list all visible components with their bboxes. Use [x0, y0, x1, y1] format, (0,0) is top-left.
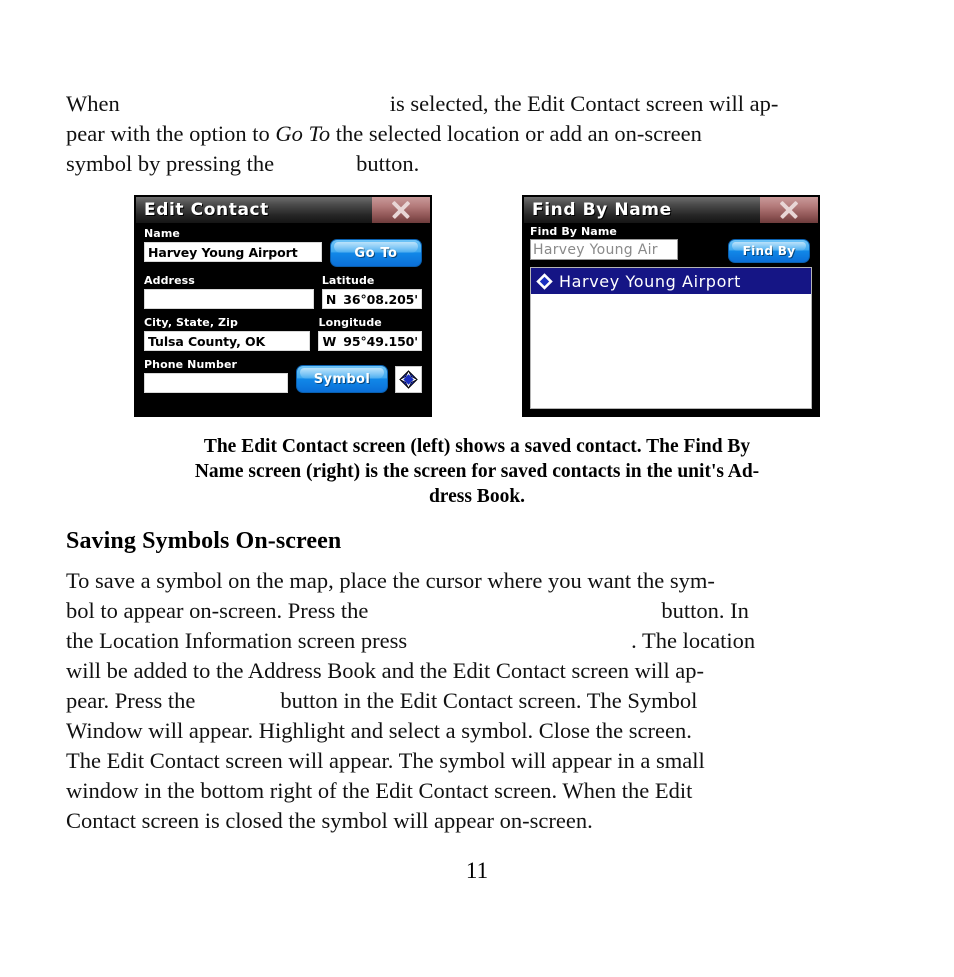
body-line-9: Contact screen is closed the symbol will…: [66, 808, 593, 833]
body-line-3: the Location Information screen press . T…: [66, 626, 888, 656]
search-label: Find By Name: [530, 225, 617, 238]
city-state-zip-value: Tulsa County, OK: [148, 333, 266, 349]
body-line-2: bol to appear on-screen. Press the button…: [66, 596, 888, 626]
close-x-icon: [390, 199, 412, 221]
diamond-waypoint-icon: [536, 272, 553, 290]
phone-number-label: Phone Number: [144, 358, 238, 371]
name-row: Name Harvey Young Airport Go To: [144, 227, 422, 267]
intro-paragraph: When is selected, the Edit Contact screen…: [66, 89, 888, 179]
symbol-row: Symbol: [296, 358, 422, 393]
symbol-button[interactable]: Symbol: [296, 365, 388, 393]
phone-field-group: Phone Number: [144, 358, 288, 393]
intro-line-3-after: button.: [356, 151, 420, 176]
city-state-zip-input[interactable]: Tulsa County, OK: [144, 331, 311, 351]
longitude-value: 95°49.150': [343, 333, 418, 349]
address-latitude-row: Address Latitude N 36°08.205': [144, 274, 422, 309]
city-field-group: City, State, Zip Tulsa County, OK: [144, 316, 311, 351]
city-longitude-row: City, State, Zip Tulsa County, OK Longit…: [144, 316, 422, 351]
intro-line-2-after: the selected location or add an on-scree…: [330, 121, 702, 146]
close-x-icon: [778, 199, 800, 221]
caption-line-2: Name screen (right) is the screen for sa…: [194, 461, 760, 482]
body-line-7: The Edit Contact screen will appear. The…: [66, 748, 705, 773]
find-by-name-screenshot: Find By Name Find By Name Harvey Young A…: [522, 195, 820, 417]
longitude-field-group: Longitude W 95°49.150': [318, 316, 422, 351]
symbol-button-label: Symbol: [313, 371, 371, 387]
body-line-4: will be added to the Address Book and th…: [66, 658, 704, 683]
body-line-5: pear. Press the button in the Edit Contac…: [66, 686, 888, 716]
edit-contact-screenshot: Edit Contact Name Harvey Young Airport G…: [134, 195, 432, 417]
phone-number-input[interactable]: [144, 373, 288, 393]
latitude-input[interactable]: N 36°08.205': [321, 289, 422, 309]
body-line-5-before: pear. Press the: [66, 688, 196, 713]
find-by-name-search-row: Find By Name Harvey Young Air Find By: [530, 225, 812, 263]
longitude-input[interactable]: W 95°49.150': [318, 331, 422, 351]
find-by-name-body: Find By Name Harvey Young Air Find By Ha…: [524, 223, 818, 415]
edit-contact-body: Name Harvey Young Airport Go To Address: [136, 223, 430, 415]
body-line-5-after: button in the Edit Contact screen. The S…: [280, 688, 698, 713]
document-page: When is selected, the Edit Contact screen…: [0, 0, 954, 977]
caption-line-3: dress Book.: [428, 486, 526, 507]
intro-line-1: When is selected, the Edit Contact screen…: [66, 89, 888, 119]
body-line-2-after: button. In: [661, 598, 749, 623]
find-by-button-wrap: Find By: [728, 225, 812, 263]
list-item[interactable]: Harvey Young Airport: [531, 268, 811, 294]
find-by-button[interactable]: Find By: [728, 239, 810, 263]
body-line-8: window in the bottom right of the Edit C…: [66, 778, 693, 803]
longitude-hemisphere: W: [322, 333, 337, 349]
search-results-list[interactable]: Harvey Young Airport: [530, 267, 812, 409]
go-to-button[interactable]: Go To: [330, 239, 422, 267]
name-field-group: Name Harvey Young Airport: [144, 227, 322, 267]
find-by-name-close-button[interactable]: [760, 197, 818, 223]
symbol-preview-swatch[interactable]: [395, 366, 422, 393]
edit-contact-titlebar: Edit Contact: [136, 197, 430, 223]
intro-line-2: pear with the option to Go To the select…: [66, 119, 888, 149]
intro-line-1-before: When: [66, 91, 120, 116]
longitude-label: Longitude: [318, 316, 382, 329]
search-input[interactable]: Harvey Young Air: [530, 239, 678, 260]
find-by-button-label: Find By: [742, 244, 796, 258]
find-by-name-titlebar: Find By Name: [524, 197, 818, 223]
phone-symbol-row: Phone Number Symbol: [144, 358, 422, 393]
go-to-button-label: Go To: [354, 245, 398, 261]
page-number: 11: [465, 858, 489, 883]
body-line-1: To save a symbol on the map, place the c…: [66, 568, 715, 593]
body-paragraph: To save a symbol on the map, place the c…: [66, 566, 888, 836]
address-label: Address: [144, 274, 195, 287]
name-label: Name: [144, 227, 180, 240]
list-item-label: Harvey Young Airport: [559, 271, 742, 291]
find-by-name-title: Find By Name: [532, 200, 672, 220]
body-line-3-before: the Location Information screen press: [66, 628, 408, 653]
caption-line-1: The Edit Contact screen (left) shows a s…: [203, 436, 751, 457]
go-to-emphasis: Go To: [275, 121, 331, 146]
latitude-value: 36°08.205': [343, 291, 418, 307]
body-line-3-after: . The location: [631, 628, 756, 653]
address-input[interactable]: [144, 289, 314, 309]
latitude-hemisphere: N: [325, 291, 337, 307]
figure-caption: The Edit Contact screen (left) shows a s…: [66, 434, 888, 509]
edit-contact-title: Edit Contact: [144, 200, 269, 220]
search-value: Harvey Young Air: [533, 241, 658, 258]
intro-line-3-before: symbol by pressing the: [66, 151, 275, 176]
latitude-label: Latitude: [321, 274, 375, 287]
diamond-waypoint-icon: [399, 370, 418, 389]
intro-line-3: symbol by pressing the button.: [66, 149, 888, 179]
section-heading: Saving Symbols On-screen: [66, 528, 342, 554]
address-field-group: Address: [144, 274, 314, 309]
latitude-field-group: Latitude N 36°08.205': [321, 274, 422, 309]
edit-contact-close-button[interactable]: [372, 197, 430, 223]
body-line-6: Window will appear. Highlight and select…: [66, 718, 692, 743]
body-line-2-before: bol to appear on-screen. Press the: [66, 598, 369, 623]
name-input[interactable]: Harvey Young Airport: [144, 242, 322, 262]
name-value: Harvey Young Airport: [148, 244, 298, 260]
intro-line-1-after: is selected, the Edit Contact screen wil…: [389, 91, 779, 116]
intro-line-2-before: pear with the option to: [66, 121, 276, 146]
goto-button-wrap: Go To: [330, 227, 422, 267]
search-field-group: Find By Name Harvey Young Air: [530, 225, 678, 260]
city-state-zip-label: City, State, Zip: [144, 316, 238, 329]
